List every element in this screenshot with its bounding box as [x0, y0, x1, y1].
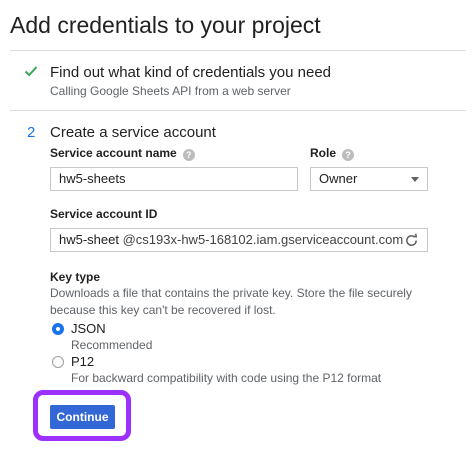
continue-button[interactable]: Continue — [50, 405, 115, 429]
service-account-id-label: Service account ID — [50, 207, 158, 221]
role-label: Role? — [310, 146, 355, 161]
step1-subtitle: Calling Google Sheets API from a web ser… — [50, 84, 291, 98]
role-select[interactable]: Owner — [310, 167, 428, 191]
title-divider — [10, 50, 466, 51]
service-account-domain: @cs193x-hw5-168102.iam.gserviceaccount.c… — [122, 232, 404, 247]
json-radio[interactable] — [52, 323, 64, 335]
key-type-label: Key type — [50, 270, 101, 284]
p12-radio[interactable] — [52, 356, 64, 368]
service-account-name-label: Service account name? — [50, 146, 195, 161]
json-sublabel: Recommended — [71, 338, 153, 352]
p12-label[interactable]: P12 — [71, 354, 94, 369]
p12-sublabel: For backward compatibility with code usi… — [71, 371, 382, 385]
help-icon[interactable]: ? — [182, 149, 195, 161]
check-icon — [24, 66, 38, 77]
refresh-icon[interactable] — [404, 233, 419, 248]
service-account-id-input[interactable]: hw5-sheet @cs193x-hw5-168102.iam.gservic… — [50, 228, 428, 252]
help-icon[interactable]: ? — [342, 149, 355, 161]
page-title: Add credentials to your project — [10, 12, 321, 38]
json-label[interactable]: JSON — [71, 321, 106, 336]
step-number: 2 — [27, 124, 36, 141]
step2-title: Create a service account — [50, 124, 216, 141]
service-account-name-input[interactable]: hw5-sheets — [50, 167, 298, 191]
chevron-down-icon — [411, 177, 419, 182]
step-divider — [10, 110, 466, 111]
key-type-description: Downloads a file that contains the priva… — [50, 286, 412, 317]
step1-title[interactable]: Find out what kind of credentials you ne… — [50, 64, 331, 81]
